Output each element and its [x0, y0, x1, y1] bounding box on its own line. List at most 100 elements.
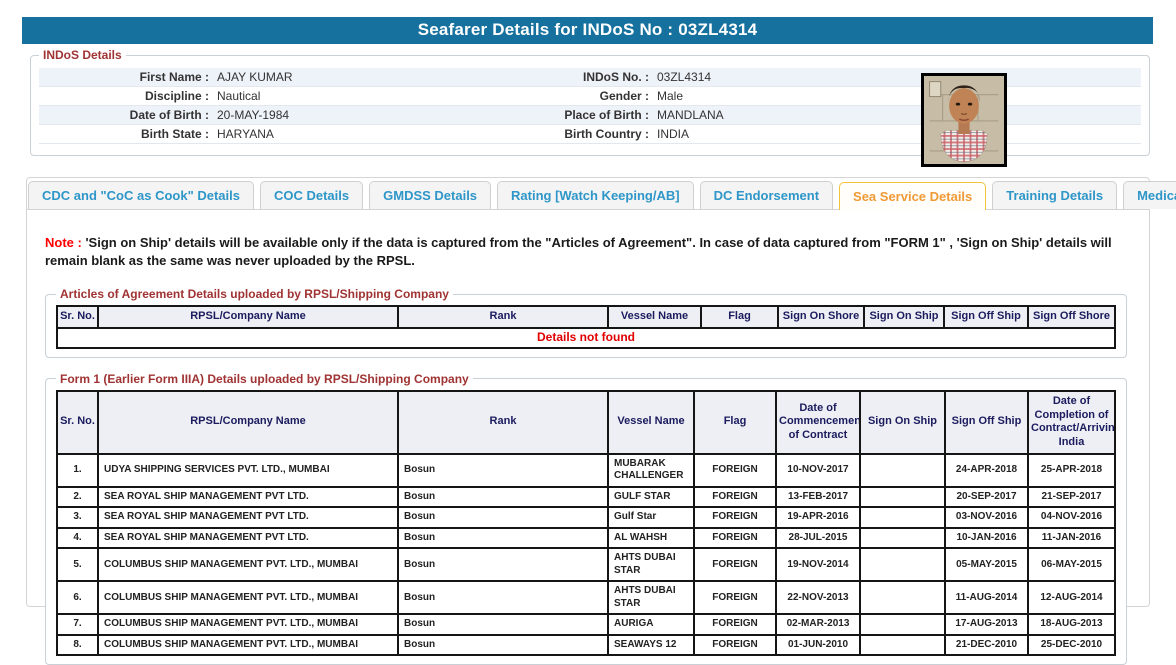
- table-cell: SEA ROYAL SHIP MANAGEMENT PVT LTD.: [98, 528, 398, 549]
- table-cell: 19-APR-2016: [776, 507, 860, 528]
- table-cell: 8.: [57, 635, 98, 656]
- table-cell: 10-NOV-2017: [776, 454, 860, 487]
- table-cell: 06-MAY-2015: [1028, 548, 1115, 581]
- tab-panel-container: CDC and "CoC as Cook" DetailsCOC Details…: [26, 177, 1150, 607]
- table-cell: COLUMBUS SHIP MANAGEMENT PVT. LTD., MUMB…: [98, 635, 398, 656]
- table-cell: [860, 614, 945, 635]
- table-cell: GULF STAR: [608, 487, 694, 508]
- column-header: Rank: [398, 391, 608, 454]
- table-cell: Bosun: [398, 635, 608, 656]
- note-prefix: Note :: [45, 235, 82, 250]
- table-cell: 2.: [57, 487, 98, 508]
- table-cell: [860, 507, 945, 528]
- table-cell: [860, 528, 945, 549]
- table-cell: 11-JAN-2016: [1028, 528, 1115, 549]
- detail-label: Date of Birth :: [39, 108, 209, 122]
- detail-label: Discipline :: [39, 89, 209, 103]
- table-cell: 18-AUG-2013: [1028, 614, 1115, 635]
- table-cell: MUBARAK CHALLENGER: [608, 454, 694, 487]
- table-cell: Bosun: [398, 581, 608, 614]
- table-cell: FOREIGN: [694, 548, 776, 581]
- form1-table-row: 4.SEA ROYAL SHIP MANAGEMENT PVT LTD.Bosu…: [57, 528, 1115, 549]
- column-header: RPSL/Company Name: [98, 306, 398, 328]
- table-cell: 21-DEC-2010: [945, 635, 1028, 656]
- table-cell: 25-DEC-2010: [1028, 635, 1115, 656]
- detail-label: Place of Birth :: [539, 108, 649, 122]
- table-cell: AURIGA: [608, 614, 694, 635]
- tab-rating-watch-keeping-ab[interactable]: Rating [Watch Keeping/AB]: [497, 181, 694, 209]
- tab-bar: CDC and "CoC as Cook" DetailsCOC Details…: [27, 178, 1149, 210]
- table-cell: Bosun: [398, 548, 608, 581]
- articles-legend: Articles of Agreement Details uploaded b…: [56, 287, 453, 301]
- table-cell: UDYA SHIPPING SERVICES PVT. LTD., MUMBAI: [98, 454, 398, 487]
- table-cell: Bosun: [398, 487, 608, 508]
- table-cell: 4.: [57, 528, 98, 549]
- form1-legend: Form 1 (Earlier Form IIIA) Details uploa…: [56, 372, 473, 386]
- table-cell: FOREIGN: [694, 635, 776, 656]
- form1-panel: Form 1 (Earlier Form IIIA) Details uploa…: [45, 372, 1127, 665]
- detail-value: 20-MAY-1984: [209, 108, 539, 122]
- articles-of-agreement-panel: Articles of Agreement Details uploaded b…: [45, 287, 1127, 358]
- table-cell: 10-JAN-2016: [945, 528, 1028, 549]
- table-cell: 3.: [57, 507, 98, 528]
- form1-table-row: 8.COLUMBUS SHIP MANAGEMENT PVT. LTD., MU…: [57, 635, 1115, 656]
- note-body: 'Sign on Ship' details will be available…: [45, 235, 1112, 268]
- detail-value: Male: [649, 89, 949, 103]
- articles-of-agreement-table: Sr. No.RPSL/Company NameRankVessel NameF…: [56, 305, 1116, 349]
- form1-table-row: 5.COLUMBUS SHIP MANAGEMENT PVT. LTD., MU…: [57, 548, 1115, 581]
- column-header: Date of Completion of Contract/Arriving …: [1028, 391, 1115, 454]
- table-cell: 01-JUN-2010: [776, 635, 860, 656]
- table-cell: FOREIGN: [694, 487, 776, 508]
- table-cell: 02-MAR-2013: [776, 614, 860, 635]
- column-header: Sr. No.: [57, 306, 98, 328]
- tab-sea-service-details[interactable]: Sea Service Details: [839, 182, 986, 210]
- tab-coc-details[interactable]: COC Details: [260, 181, 363, 209]
- table-cell: COLUMBUS SHIP MANAGEMENT PVT. LTD., MUMB…: [98, 581, 398, 614]
- tab-gmdss-details[interactable]: GMDSS Details: [369, 181, 491, 209]
- indos-details-legend: INDoS Details: [39, 48, 126, 62]
- form1-header-row: Sr. No.RPSL/Company NameRankVessel NameF…: [57, 391, 1115, 454]
- table-cell: Bosun: [398, 528, 608, 549]
- page: Seafarer Details for INDoS No : 03ZL4314…: [22, 17, 1153, 607]
- indos-details-panel: INDoS Details First Name :AJAY KUMARINDo…: [30, 48, 1150, 156]
- detail-label: INDoS No. :: [539, 70, 649, 84]
- tab-dc-endorsement[interactable]: DC Endorsement: [700, 181, 833, 209]
- tab-training-details[interactable]: Training Details: [992, 181, 1117, 209]
- form1-table: Sr. No.RPSL/Company NameRankVessel NameF…: [56, 390, 1116, 657]
- details-not-found-message: Details not found: [57, 328, 1115, 348]
- column-header: Sign On Ship: [864, 306, 944, 328]
- table-cell: [860, 454, 945, 487]
- table-cell: SEAWAYS 12: [608, 635, 694, 656]
- detail-label: Birth Country :: [539, 127, 649, 141]
- detail-label: Gender :: [539, 89, 649, 103]
- tab-cdc-and-coc-as-cook-details[interactable]: CDC and "CoC as Cook" Details: [28, 181, 254, 209]
- table-cell: AHTS DUBAI STAR: [608, 581, 694, 614]
- sea-service-tab-content: Note : 'Sign on Ship' details will be av…: [27, 210, 1149, 665]
- form1-table-row: 2.SEA ROYAL SHIP MANAGEMENT PVT LTD.Bosu…: [57, 487, 1115, 508]
- form1-table-row: 3.SEA ROYAL SHIP MANAGEMENT PVT LTD.Bosu…: [57, 507, 1115, 528]
- column-header: Sign Off Ship: [944, 306, 1028, 328]
- table-cell: 7.: [57, 614, 98, 635]
- column-header: Vessel Name: [608, 391, 694, 454]
- table-cell: FOREIGN: [694, 528, 776, 549]
- table-cell: 17-AUG-2013: [945, 614, 1028, 635]
- table-cell: 03-NOV-2016: [945, 507, 1028, 528]
- table-cell: 28-JUL-2015: [776, 528, 860, 549]
- table-cell: Bosun: [398, 454, 608, 487]
- tab-medical-fitness-certificate[interactable]: Medical Fitness Certificate: [1123, 181, 1176, 209]
- form1-table-row: 7.COLUMBUS SHIP MANAGEMENT PVT. LTD., MU…: [57, 614, 1115, 635]
- table-cell: FOREIGN: [694, 507, 776, 528]
- table-cell: 20-SEP-2017: [945, 487, 1028, 508]
- table-cell: 11-AUG-2014: [945, 581, 1028, 614]
- form1-table-row: 1.UDYA SHIPPING SERVICES PVT. LTD., MUMB…: [57, 454, 1115, 487]
- table-cell: SEA ROYAL SHIP MANAGEMENT PVT LTD.: [98, 487, 398, 508]
- detail-value: 03ZL4314: [649, 70, 949, 84]
- table-cell: [860, 635, 945, 656]
- detail-value: MANDLANA: [649, 108, 949, 122]
- detail-label: Birth State :: [39, 127, 209, 141]
- detail-value: Nautical: [209, 89, 539, 103]
- articles-empty-row: Details not found: [57, 328, 1115, 348]
- column-header: Vessel Name: [608, 306, 701, 328]
- table-cell: 1.: [57, 454, 98, 487]
- table-cell: 19-NOV-2014: [776, 548, 860, 581]
